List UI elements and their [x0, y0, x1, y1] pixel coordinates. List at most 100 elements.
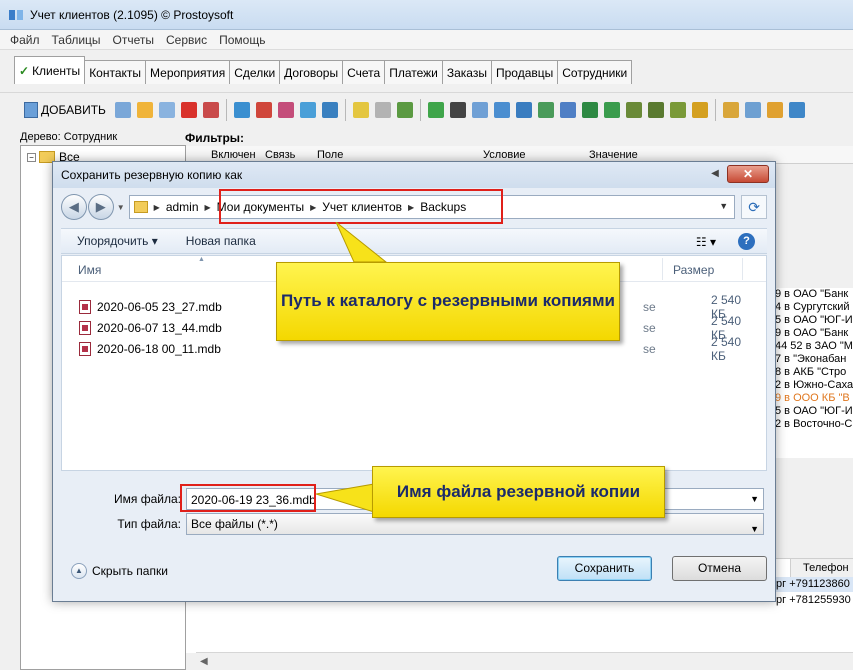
menu-help[interactable]: Помощь	[219, 33, 265, 47]
toolbar-separator	[714, 98, 716, 121]
filter-remove-icon[interactable]	[255, 101, 272, 118]
import-icon[interactable]	[722, 101, 739, 118]
filter-clear-icon[interactable]	[277, 101, 294, 118]
table-row[interactable]: 9 в ОАО "Банк	[772, 288, 853, 301]
mdb-file-icon	[79, 341, 91, 356]
binoculars-icon[interactable]	[449, 101, 466, 118]
excel-icon[interactable]	[537, 101, 554, 118]
menu-file[interactable]: Файл	[10, 33, 40, 47]
tab-contracts[interactable]: Договоры	[279, 60, 344, 84]
filter-edit-icon[interactable]	[321, 101, 338, 118]
filter-active-icon[interactable]	[352, 101, 369, 118]
organize-button[interactable]: Упорядочить ▾	[77, 234, 158, 248]
add-button[interactable]: ДОБАВИТЬ	[24, 101, 106, 118]
menu-service[interactable]: Сервис	[166, 33, 207, 47]
breadcrumb-arrow-icon[interactable]: ▶	[205, 203, 211, 212]
delete-icon[interactable]	[180, 101, 197, 118]
table-row[interactable]: 5 в ОАО "ЮГ-И	[772, 314, 853, 327]
tab-employees[interactable]: Сотрудники	[557, 60, 633, 84]
filter-col-field[interactable]: Поле	[317, 149, 343, 161]
chart-icon[interactable]	[691, 101, 708, 118]
table-row[interactable]: 5 в ОАО "ЮГ-И	[772, 405, 853, 418]
save-backup-dialog: Сохранить резервную копию как ◀ ✕ ◀ ▶ ▼ …	[52, 161, 776, 602]
table-row[interactable]: 9 в ООО КБ "В	[772, 392, 853, 405]
report-icon[interactable]	[515, 101, 532, 118]
edit-icon[interactable]	[136, 101, 153, 118]
copy-icon[interactable]	[114, 101, 131, 118]
table-row[interactable]: рг +781255930	[776, 593, 853, 608]
view-options-icon[interactable]: ☷ ▾	[696, 235, 716, 249]
table-row[interactable]: 4 в Сургутский	[772, 301, 853, 314]
table-row[interactable]: 8 в АКБ "Стро	[772, 366, 853, 379]
breadcrumb-admin[interactable]: admin	[166, 200, 199, 214]
txt-export-icon[interactable]	[647, 101, 664, 118]
tab-orders[interactable]: Заказы	[441, 60, 492, 84]
tab-invoices[interactable]: Счета	[342, 60, 386, 84]
column-separator[interactable]	[662, 258, 663, 280]
help-icon[interactable]: ?	[738, 233, 755, 250]
duplicate-icon[interactable]	[158, 101, 175, 118]
save-button[interactable]: Сохранить	[557, 556, 652, 581]
menu-reports[interactable]: Отчеты	[113, 33, 154, 47]
filetype-label: Тип файла:	[117, 517, 181, 531]
scroll-left-icon[interactable]: ◀	[200, 656, 208, 667]
breadcrumb-arrow-icon[interactable]: ▶	[154, 203, 160, 212]
forward-button[interactable]: ▶	[87, 194, 114, 220]
refresh-button[interactable]: ⟳	[741, 195, 767, 219]
column-separator[interactable]	[742, 258, 743, 280]
csv-icon[interactable]	[669, 101, 686, 118]
filetype-dropdown-icon[interactable]: ▼	[750, 519, 759, 539]
table-row[interactable]: 44 52 в ЗАО "М	[772, 340, 853, 353]
cancel-button[interactable]: Отмена	[672, 556, 767, 581]
refresh-icon[interactable]	[427, 101, 444, 118]
xls-icon[interactable]	[581, 101, 598, 118]
filter-col-link[interactable]: Связь	[265, 149, 295, 161]
back-button[interactable]: ◀	[61, 194, 87, 220]
col-phone[interactable]: Телефон	[790, 559, 853, 577]
group-icon[interactable]	[374, 101, 391, 118]
table-row[interactable]: рг +791123860	[776, 577, 853, 592]
tab-contacts[interactable]: Контакты	[84, 60, 147, 84]
tab-clients[interactable]: ✓ Клиенты	[14, 56, 86, 84]
filter-add-icon[interactable]	[299, 101, 316, 118]
col-size[interactable]: Размер	[673, 263, 714, 277]
menu-tables[interactable]: Таблицы	[52, 33, 101, 47]
tab-deals[interactable]: Сделки	[229, 60, 281, 84]
tab-sellers[interactable]: Продавцы	[490, 60, 559, 84]
filename-dropdown-icon[interactable]: ▼	[750, 494, 759, 504]
filter-col-value[interactable]: Значение	[589, 149, 638, 161]
filter-col-condition[interactable]: Условие	[483, 149, 526, 161]
hide-folders-button[interactable]: ▲ Скрыть папки	[71, 563, 168, 579]
delete-all-icon[interactable]	[202, 101, 219, 118]
horizontal-scrollbar[interactable]: ◀	[196, 652, 853, 670]
table-row[interactable]: 9 в ОАО "Банк	[772, 327, 853, 340]
table-icon[interactable]	[766, 101, 783, 118]
find-icon[interactable]	[471, 101, 488, 118]
settings-icon[interactable]	[788, 101, 805, 118]
mdb-file-icon	[79, 299, 91, 314]
table-row[interactable]: 2 в Восточно-С	[772, 418, 853, 431]
filter-col-enabled[interactable]: Включен	[211, 149, 256, 161]
sql-icon[interactable]	[396, 101, 413, 118]
export-icon[interactable]	[493, 101, 510, 118]
tab-payments[interactable]: Платежи	[384, 60, 443, 84]
tab-events[interactable]: Мероприятия	[145, 60, 231, 84]
xls-export-icon[interactable]	[603, 101, 620, 118]
import-file-icon[interactable]	[744, 101, 761, 118]
minimize-icon[interactable]: ◀	[707, 166, 723, 182]
table-row[interactable]: 2 в Южно-Саха	[772, 379, 853, 392]
file-item[interactable]: 2020-06-18 00_11.mdb se 2 540 КБ	[79, 335, 759, 363]
new-folder-button[interactable]: Новая папка	[186, 234, 256, 248]
cell-phone: +791123860	[789, 578, 850, 590]
table-row[interactable]: 7 в "Эконабан	[772, 353, 853, 366]
address-dropdown-icon[interactable]: ▼	[719, 201, 728, 211]
close-button[interactable]: ✕	[727, 165, 769, 183]
txt-icon[interactable]	[625, 101, 642, 118]
cell-city: рг	[776, 594, 787, 606]
col-name[interactable]: Имя	[78, 263, 101, 277]
filter-icon[interactable]	[233, 101, 250, 118]
history-dropdown-icon[interactable]: ▼	[115, 203, 127, 212]
collapse-icon[interactable]: −	[27, 152, 36, 162]
folder-icon	[133, 201, 148, 213]
word-icon[interactable]	[559, 101, 576, 118]
